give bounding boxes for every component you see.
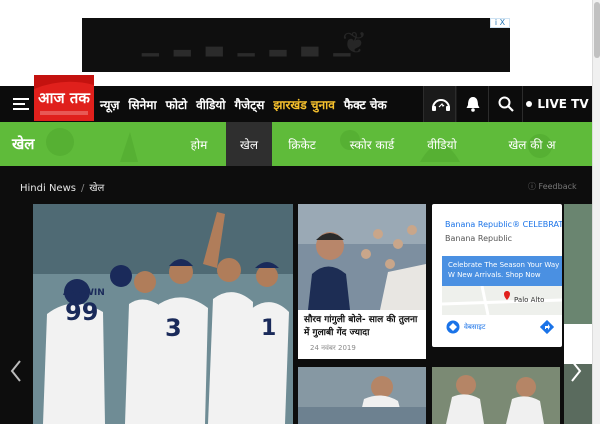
story-card-date: 24 नवंबर 2019: [310, 344, 356, 352]
subnav-sports[interactable]: खेल: [226, 122, 272, 166]
peek-image: [564, 204, 592, 424]
ad-actions: वेबसाइट: [442, 316, 562, 342]
ad-website-label: वेबसाइट: [464, 322, 486, 331]
nav-item-video[interactable]: वीडियो: [196, 96, 225, 113]
chevron-right-icon: [571, 360, 582, 382]
section-bar: खेल होम खेल क्रिकेट स्कोर कार्ड वीडियो ख…: [0, 122, 592, 166]
jersey-number: 99: [65, 298, 99, 326]
directions-icon[interactable]: [540, 320, 554, 334]
nav-item-cinema[interactable]: सिनेमा: [128, 96, 156, 113]
jersey-number-rahane: 3: [165, 314, 182, 342]
ad-advertiser: Banana Republic: [445, 234, 513, 243]
bell-icon: [466, 97, 479, 112]
page-scrollbar[interactable]: [592, 0, 600, 424]
ad-promo-text[interactable]: Celebrate The Season Your Way W New Arri…: [442, 256, 562, 286]
subnav-more[interactable]: खेल की अ: [472, 122, 592, 166]
story-card[interactable]: [432, 367, 560, 424]
nav-item-news[interactable]: न्यूज़: [100, 96, 119, 113]
breadcrumb: Hindi News / खेल: [20, 180, 104, 194]
subnav-cricket[interactable]: क्रिकेट: [272, 122, 332, 166]
section-subnav: होम खेल क्रिकेट स्कोर कार्ड वीडियो खेल क…: [172, 122, 592, 166]
story-card-title[interactable]: सौरव गांगुली बोले- साल की तुलना में गुला…: [298, 310, 426, 340]
globe-icon: [446, 320, 460, 334]
search-button[interactable]: [488, 86, 522, 122]
audio-button[interactable]: [423, 86, 457, 122]
subnav-video[interactable]: वीडियो: [412, 122, 472, 166]
hero-story-image[interactable]: ASHWIN 99 3 1: [33, 204, 293, 424]
live-tv-label: LIVE TV: [537, 97, 589, 111]
search-icon: [498, 96, 514, 112]
main-nav: न्यूज़ सिनेमा फोटो वीडियो गैजेट्स झारखंड…: [100, 86, 387, 122]
live-tv-button[interactable]: LIVE TV: [522, 86, 592, 122]
nav-item-photo[interactable]: फोटो: [166, 96, 188, 113]
jersey-number-other: 1: [261, 316, 277, 341]
live-dot-icon: [526, 101, 533, 107]
story-card-image: [432, 367, 560, 424]
ad-banner[interactable]: ▁ ▂ ▃ ▁ ▂ ▃ ▁ ❦ i X: [82, 18, 510, 72]
carousel-next-button[interactable]: [566, 356, 586, 386]
breadcrumb-current: खेल: [89, 183, 105, 194]
ad-website-button[interactable]: वेबसाइट: [446, 320, 485, 334]
jersey-name: ASHWIN: [63, 288, 105, 298]
story-card-image: [298, 367, 426, 424]
chevron-left-icon: [10, 360, 21, 382]
aajtak-logo[interactable]: आज तक: [34, 75, 94, 121]
map-label: Palo Alto: [514, 296, 545, 304]
feedback-link[interactable]: ⓘ Feedback: [528, 181, 577, 192]
story-card[interactable]: [298, 367, 426, 424]
ad-ghost-text: ▁ ▂ ▃ ▁ ▂ ▃ ▁: [142, 32, 355, 57]
feedback-label: Feedback: [538, 182, 577, 191]
breadcrumb-separator: /: [80, 183, 85, 194]
scrollbar-thumb[interactable]: [594, 2, 600, 58]
nav-item-fact-check[interactable]: फैक्ट चेक: [344, 96, 387, 113]
feedback-icon: ⓘ: [528, 182, 539, 191]
headphones-icon: [431, 99, 450, 111]
subnav-scorecard[interactable]: स्कोर कार्ड: [332, 122, 412, 166]
story-card[interactable]: सौरव गांगुली बोले- साल की तुलना में गुला…: [298, 204, 426, 359]
logo-text: आज तक: [38, 89, 91, 107]
notifications-button[interactable]: [455, 86, 489, 122]
top-ad-area: ▁ ▂ ▃ ▁ ▂ ▃ ▁ ❦ i X: [0, 0, 600, 86]
subnav-home[interactable]: होम: [172, 122, 226, 166]
ad-choices-icon[interactable]: i X: [490, 18, 510, 28]
next-card-peek[interactable]: [564, 204, 592, 424]
sponsored-ad-card[interactable]: Banana Republic® CELEBRATE Banana Republ…: [432, 204, 562, 347]
carousel-prev-button[interactable]: [6, 356, 26, 386]
nav-item-gadgets[interactable]: गैजेट्स: [235, 96, 265, 113]
section-title: खेल: [12, 135, 35, 153]
menu-icon[interactable]: [13, 98, 29, 110]
nav-item-jharkhand-election[interactable]: झारखंड चुनाव: [273, 96, 335, 113]
breadcrumb-home[interactable]: Hindi News: [20, 183, 76, 194]
ad-ghost-art: ❦: [342, 26, 368, 61]
ad-map[interactable]: Palo Alto: [441, 285, 562, 316]
ad-title[interactable]: Banana Republic® CELEBRATE: [445, 220, 562, 229]
content-area: Hindi News / खेल ⓘ Feedback ASHWIN 99 3 …: [0, 166, 592, 424]
story-card-image: [298, 204, 426, 310]
